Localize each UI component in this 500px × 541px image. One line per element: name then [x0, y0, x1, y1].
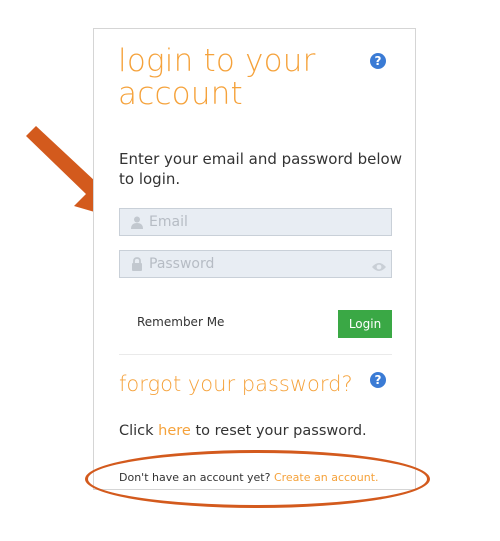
page-title: login to your account	[118, 43, 316, 112]
reset-password-link[interactable]: here	[158, 423, 191, 439]
divider	[119, 354, 392, 355]
signup-text: Don't have an account yet? Create an acc…	[119, 471, 379, 484]
screen: login to your account ? Enter your email…	[0, 0, 500, 541]
question-mark-circle-icon[interactable]: ?	[370, 53, 386, 69]
user-icon	[131, 215, 143, 229]
login-button[interactable]: Login	[338, 310, 392, 338]
signup-prompt: Don't have an account yet?	[119, 471, 271, 484]
create-account-link[interactable]: Create an account.	[274, 471, 379, 484]
login-card: login to your account ? Enter your email…	[93, 28, 416, 490]
password-field-wrapper[interactable]	[119, 250, 392, 278]
reset-password-text: Click here to reset your password.	[119, 423, 367, 439]
password-input[interactable]	[149, 256, 349, 272]
reset-prefix: Click	[119, 423, 154, 439]
eye-icon[interactable]	[372, 258, 386, 271]
login-instructions: Enter your email and password below to l…	[119, 150, 402, 188]
lock-icon	[131, 257, 143, 271]
forgot-password-heading: forgot your password?	[119, 372, 353, 396]
remember-me-label[interactable]: Remember Me	[137, 315, 224, 329]
question-mark-circle-icon[interactable]: ?	[370, 372, 386, 388]
email-field-wrapper[interactable]	[119, 208, 392, 236]
email-input[interactable]	[149, 214, 349, 230]
reset-suffix: to reset your password.	[195, 423, 367, 439]
